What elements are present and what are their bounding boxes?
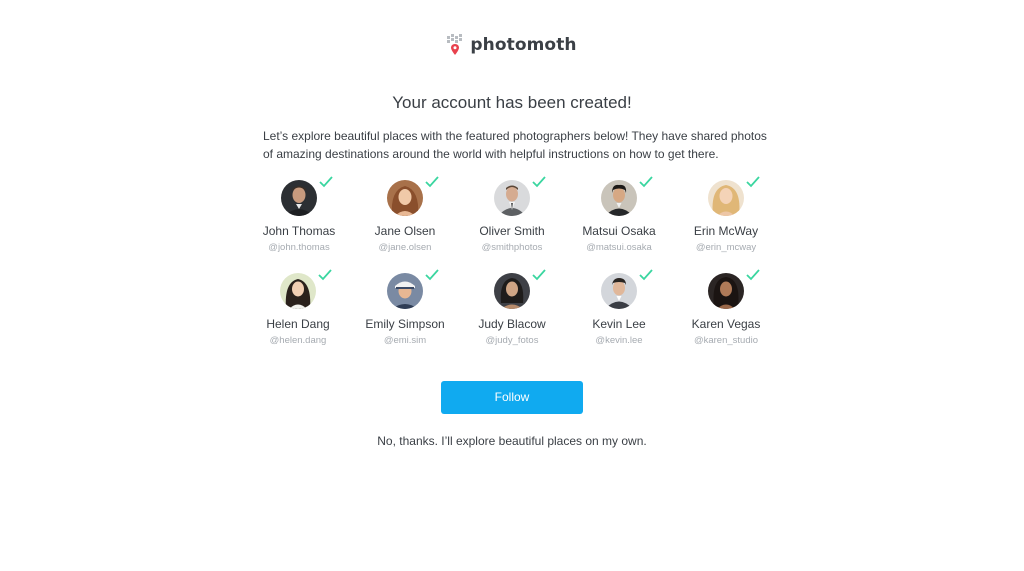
check-icon (531, 268, 547, 282)
photographer-name: Judy Blacow (478, 317, 546, 331)
photographer-handle: @jane.olsen (378, 242, 432, 253)
photographer-card[interactable]: Jane Olsen @jane.olsen (350, 176, 460, 253)
photographer-card[interactable]: John Thomas @john.thomas (244, 176, 354, 253)
photographer-handle: @john.thomas (268, 242, 330, 253)
photographer-card[interactable]: Kevin Lee @kevin.lee (564, 269, 674, 346)
photographer-handle: @matsui.osaka (586, 242, 652, 253)
avatar (387, 180, 423, 216)
photographer-name: Karen Vegas (691, 317, 761, 331)
avatar (387, 273, 423, 309)
avatar (601, 273, 637, 309)
photographer-handle: @judy_fotos (485, 335, 539, 346)
photographer-card[interactable]: Matsui Osaka @matsui.osaka (564, 176, 674, 253)
photographer-handle: @helen.dang (269, 335, 327, 346)
photographer-card[interactable]: Judy Blacow @judy_fotos (457, 269, 567, 346)
photographer-name: Matsui Osaka (582, 224, 656, 238)
check-icon (745, 175, 761, 189)
avatar (708, 180, 744, 216)
photographer-name: John Thomas (262, 224, 336, 238)
check-icon (317, 268, 333, 282)
check-icon (424, 268, 440, 282)
photographer-handle: @erin_mcway (695, 242, 757, 253)
avatar (494, 273, 530, 309)
check-icon (638, 175, 654, 189)
intro-text: Let’s explore beautiful places with the … (263, 129, 767, 161)
photomoth-logo-icon (447, 34, 463, 56)
check-icon (531, 175, 547, 189)
photographer-handle: @smithphotos (481, 242, 543, 253)
check-icon (745, 268, 761, 282)
onboarding-page: photomoth Your account has been created!… (0, 0, 1024, 571)
avatar (708, 273, 744, 309)
brand-name: photomoth (470, 35, 577, 55)
photographer-name: Erin McWay (693, 224, 759, 238)
photographer-name: Kevin Lee (592, 317, 646, 331)
decline-link[interactable]: No, thanks. I’ll explore beautiful place… (0, 434, 1024, 448)
check-icon (424, 175, 440, 189)
photographer-name: Emily Simpson (365, 317, 445, 331)
photographer-name: Jane Olsen (374, 224, 436, 238)
avatar (280, 273, 316, 309)
photographer-card[interactable]: Erin McWay @erin_mcway (671, 176, 781, 253)
photographer-card[interactable]: Karen Vegas @karen_studio (671, 269, 781, 346)
photographer-name: Oliver Smith (479, 224, 545, 238)
check-icon (318, 175, 334, 189)
photographer-card[interactable]: Oliver Smith @smithphotos (457, 176, 567, 253)
avatar (494, 180, 530, 216)
photographer-card[interactable]: Emily Simpson @emi.sim (350, 269, 460, 346)
photographer-handle: @emi.sim (383, 335, 427, 346)
page-title: Your account has been created! (392, 93, 632, 112)
avatar (281, 180, 317, 216)
photographer-handle: @karen_studio (693, 335, 759, 346)
brand-logo: photomoth (0, 34, 1024, 56)
photographer-name: Helen Dang (266, 317, 330, 331)
photographer-handle: @kevin.lee (595, 335, 643, 346)
photographer-card[interactable]: Helen Dang @helen.dang (243, 269, 353, 346)
check-icon (638, 268, 654, 282)
avatar (601, 180, 637, 216)
follow-button[interactable]: Follow (441, 381, 583, 414)
